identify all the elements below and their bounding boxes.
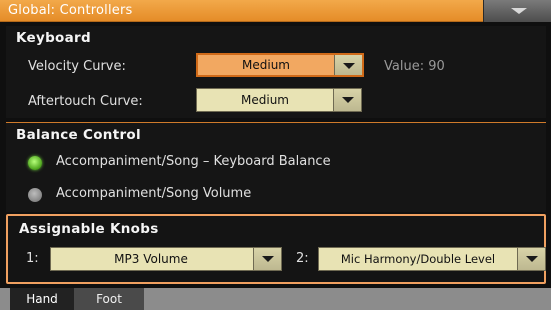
velocity-value-readout: Value: 90 [384, 59, 445, 74]
aftertouch-curve-dropdown[interactable]: Medium [196, 88, 362, 112]
assignable-knobs-title: Assignable Knobs [19, 221, 159, 237]
knob-2-dropdown[interactable]: Mic Harmony/Double Level [318, 247, 546, 271]
tab-hand[interactable]: Hand [10, 288, 74, 310]
menu-arrow-icon [511, 8, 527, 14]
knob-2-value: Mic Harmony/Double Level [340, 252, 496, 266]
balance-control-section: Balance Control Accompaniment/Song – Key… [6, 122, 546, 212]
velocity-curve-arrow-icon[interactable] [334, 55, 362, 75]
radio-unselected-icon[interactable] [28, 188, 42, 202]
bottom-tab-bar: Hand Foot [0, 288, 551, 310]
radio-selected-icon[interactable] [28, 156, 42, 170]
page-title: Global: Controllers [8, 3, 133, 18]
velocity-curve-value: Medium [242, 58, 290, 72]
tab-foot[interactable]: Foot [74, 288, 144, 310]
radio-option-volume[interactable]: Accompaniment/Song Volume [24, 185, 324, 205]
velocity-curve-label: Velocity Curve: [28, 59, 126, 74]
assignable-knobs-section: Assignable Knobs 1: MP3 Volume 2: Mic Ha… [6, 214, 546, 284]
knob-1-value: MP3 Volume [114, 252, 188, 266]
aftertouch-curve-value: Medium [241, 93, 289, 107]
knob-2-label: 2: [296, 251, 309, 266]
knob-1-label: 1: [26, 251, 39, 266]
keyboard-section: Keyboard Velocity Curve: Medium Value: 9… [6, 26, 546, 118]
balance-control-title: Balance Control [16, 127, 141, 143]
aftertouch-curve-label: Aftertouch Curve: [28, 94, 143, 109]
radio-option-balance[interactable]: Accompaniment/Song – Keyboard Balance [24, 153, 424, 173]
keyboard-section-title: Keyboard [16, 30, 91, 46]
knob-1-dropdown[interactable]: MP3 Volume [50, 247, 282, 271]
velocity-curve-dropdown[interactable]: Medium [196, 53, 364, 77]
aftertouch-curve-arrow-icon[interactable] [333, 89, 361, 111]
page-menu-button[interactable] [483, 0, 551, 22]
title-bar: Global: Controllers [0, 0, 551, 22]
radio-option-label: Accompaniment/Song Volume [56, 186, 252, 201]
radio-option-label: Accompaniment/Song – Keyboard Balance [56, 154, 331, 169]
knob-2-arrow-icon[interactable] [517, 248, 545, 270]
knob-1-arrow-icon[interactable] [253, 248, 281, 270]
